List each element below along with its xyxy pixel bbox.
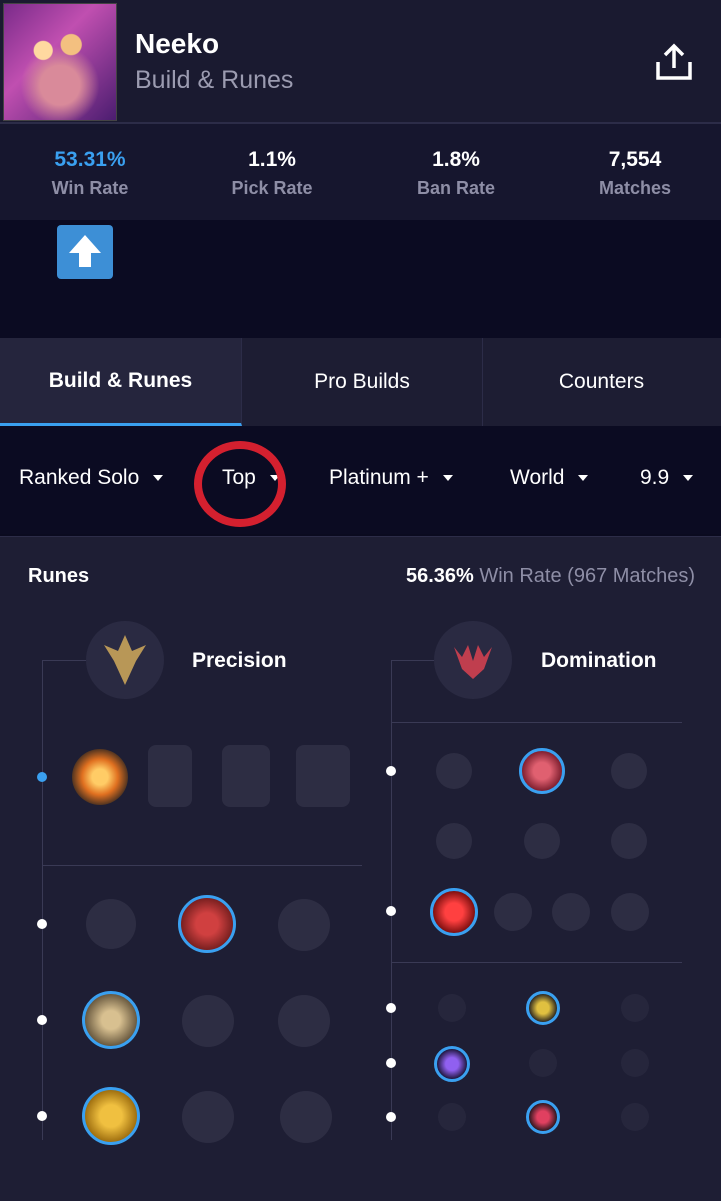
primary-tree-name: Precision <box>192 649 287 672</box>
champion-portrait <box>3 3 117 121</box>
stat-value: 1.1% <box>248 148 296 171</box>
share-icon[interactable] <box>652 40 696 84</box>
highlight-circle-annotation <box>194 441 286 527</box>
runes-panel: Runes 56.36% Win Rate (967 Matches) Prec… <box>0 536 721 1201</box>
ultimate-hunter-rune-icon[interactable] <box>611 893 649 931</box>
rune-row-marker <box>386 906 396 916</box>
adaptive-force-shard-icon[interactable] <box>438 994 466 1022</box>
armor-shard-icon[interactable] <box>529 1049 557 1077</box>
stat-label: Win Rate <box>51 178 129 198</box>
legend-bloodline-rune-icon[interactable] <box>278 995 330 1047</box>
overheal-rune-icon[interactable] <box>86 899 136 949</box>
chevron-down-icon <box>442 475 453 481</box>
runes-win-rate-label: Win Rate (967 Matches) <box>479 565 695 587</box>
runes-title: Runes <box>28 565 90 587</box>
stat-value: 1.8% <box>432 148 480 171</box>
page-subtitle: Build & Runes <box>135 66 294 94</box>
ravenous-hunter-rune-icon[interactable] <box>430 888 478 936</box>
taste-of-blood-rune-icon[interactable] <box>519 748 565 794</box>
rune-row-marker <box>37 1111 47 1121</box>
stat-pick-rate: 1.1% Pick Rate <box>182 148 362 199</box>
magic-resist-shard-icon[interactable] <box>621 1049 649 1077</box>
cooldown-shard-icon[interactable] <box>621 994 649 1022</box>
stat-label: Pick Rate <box>231 178 313 198</box>
tree-divider <box>42 865 362 866</box>
tree-connector <box>42 660 43 1140</box>
press-the-attack-rune-icon[interactable] <box>72 749 128 805</box>
legend-tenacity-rune-icon[interactable] <box>182 995 234 1047</box>
eyeball-collection-rune-icon[interactable] <box>611 823 647 859</box>
tree-divider <box>391 962 682 963</box>
sudden-impact-rune-icon[interactable] <box>611 753 647 789</box>
stat-win-rate: 53.31% Win Rate <box>0 148 180 199</box>
secondary-tree-name: Domination <box>541 649 657 672</box>
shard-row-marker <box>386 1058 396 1068</box>
zombie-ward-rune-icon[interactable] <box>436 823 472 859</box>
rank-dropdown[interactable]: Platinum + <box>329 466 453 490</box>
health-shard-icon[interactable] <box>438 1103 466 1131</box>
region-label: World <box>510 466 565 489</box>
patch-label: 9.9 <box>640 466 670 489</box>
ingenious-hunter-rune-icon[interactable] <box>494 893 532 931</box>
stats-bar: 53.31% Win Rate 1.1% Pick Rate 1.8% Ban … <box>0 124 721 222</box>
lethal-tempo-rune-icon[interactable] <box>148 745 192 807</box>
stat-ban-rate: 1.8% Ban Rate <box>366 148 546 199</box>
triumph-rune-icon[interactable] <box>178 895 236 953</box>
runes-win-rate-value: 56.36% <box>405 565 474 587</box>
tab-counters[interactable]: Counters <box>482 338 721 426</box>
fleet-footwork-rune-icon[interactable] <box>222 745 270 807</box>
chevron-down-icon <box>683 475 694 481</box>
cut-down-rune-icon[interactable] <box>182 1091 234 1143</box>
region-dropdown[interactable]: World <box>510 466 589 490</box>
rune-row-marker <box>37 919 47 929</box>
precision-tree-icon <box>86 621 164 699</box>
magic-resist-shard-icon[interactable] <box>621 1103 649 1131</box>
cheap-shot-rune-icon[interactable] <box>436 753 472 789</box>
rune-row-marker <box>386 766 396 776</box>
queue-dropdown[interactable]: Ranked Solo <box>19 466 164 490</box>
coup-de-grace-rune-icon[interactable] <box>82 1087 140 1145</box>
tab-build-runes[interactable]: Build & Runes <box>0 338 242 426</box>
tree-connector <box>391 660 392 1140</box>
champion-name: Neeko <box>135 28 220 59</box>
attack-speed-shard-icon[interactable] <box>526 991 560 1025</box>
stat-value: 7,554 <box>608 148 662 171</box>
arrow-up-icon <box>69 235 101 267</box>
tab-bar: Build & Runes Pro Builds Counters <box>0 338 721 427</box>
shard-row-marker <box>386 1112 396 1122</box>
chevron-down-icon <box>578 475 589 481</box>
ghost-poro-rune-icon[interactable] <box>524 823 560 859</box>
stat-label: Matches <box>598 178 672 198</box>
stat-label: Ban Rate <box>416 178 496 198</box>
rank-label: Platinum + <box>329 466 429 489</box>
stat-value: 53.31% <box>54 148 126 171</box>
conqueror-rune-icon[interactable] <box>296 745 350 807</box>
tree-connector <box>391 660 434 661</box>
adaptive-force-shard-icon[interactable] <box>434 1046 470 1082</box>
legend-alacrity-rune-icon[interactable] <box>82 991 140 1049</box>
runes-win-rate: 56.36% Win Rate (967 Matches) <box>406 565 695 588</box>
filter-bar: Ranked Solo Top Platinum + World 9.9 <box>0 426 721 534</box>
scroll-up-button[interactable] <box>57 225 113 279</box>
tree-divider <box>391 722 682 723</box>
tree-connector <box>42 660 86 661</box>
patch-dropdown[interactable]: 9.9 <box>640 466 694 490</box>
armor-shard-icon[interactable] <box>526 1100 560 1134</box>
domination-tree-icon <box>434 621 512 699</box>
presence-of-mind-rune-icon[interactable] <box>278 899 330 951</box>
rune-row-marker <box>37 1015 47 1025</box>
shard-row-marker <box>386 1003 396 1013</box>
stat-matches: 7,554 Matches <box>545 148 721 199</box>
keystone-row-marker <box>37 772 47 782</box>
relentless-hunter-rune-icon[interactable] <box>552 893 590 931</box>
tab-pro-builds[interactable]: Pro Builds <box>242 338 483 426</box>
chevron-down-icon <box>153 475 164 481</box>
last-stand-rune-icon[interactable] <box>280 1091 332 1143</box>
queue-label: Ranked Solo <box>19 466 140 489</box>
champion-header: Neeko Build & Runes <box>0 0 721 124</box>
